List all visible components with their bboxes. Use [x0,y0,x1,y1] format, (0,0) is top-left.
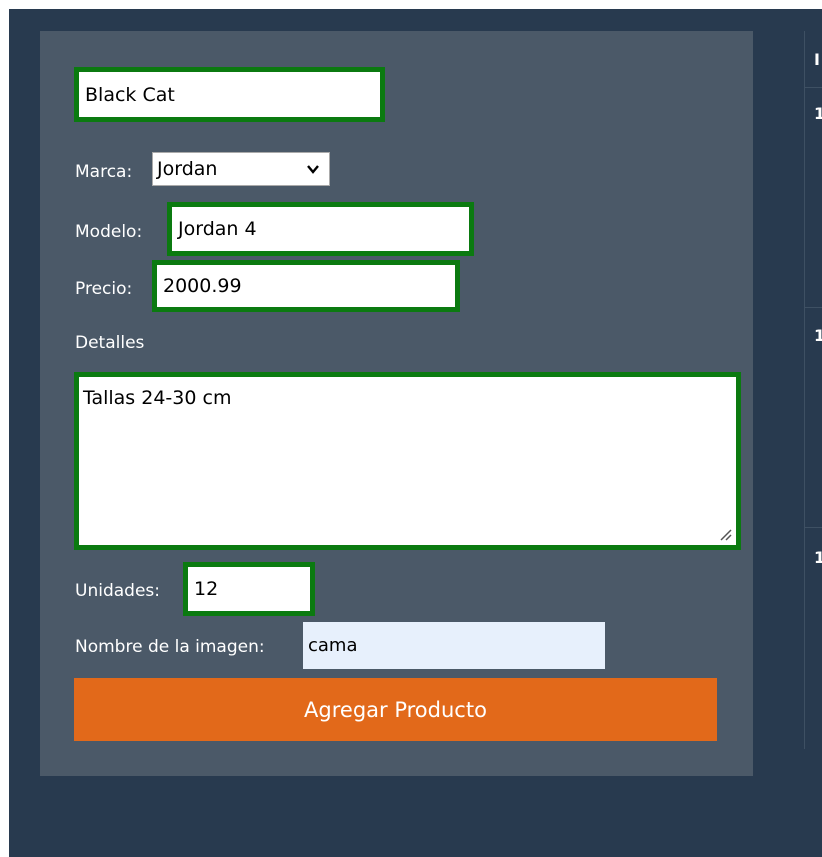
model-label: Modelo: [75,222,143,242]
add-product-label: Agregar Producto [304,697,487,722]
product-name-input[interactable]: Black Cat [74,67,385,122]
details-label: Detalles [75,333,145,353]
price-value: 2000.99 [163,275,242,297]
brand-select[interactable]: Jordan [152,152,330,186]
image-name-input[interactable]: cama [303,622,605,669]
model-input[interactable]: Jordan 4 [167,202,474,256]
units-label: Unidades: [75,581,160,601]
table-header-id: I [814,50,820,69]
price-label: Precio: [75,279,133,299]
image-name-label: Nombre de la imagen: [75,637,265,657]
brand-selected-value: Jordan [157,158,218,180]
table-row-id: 1 [814,548,822,567]
product-name-value: Black Cat [85,83,175,106]
model-value: Jordan 4 [178,218,257,240]
price-input[interactable]: 2000.99 [152,260,460,312]
brand-label: Marca: [75,162,133,182]
add-product-button[interactable]: Agregar Producto [74,678,717,741]
image-name-value: cama [308,635,358,656]
chevron-down-icon [307,165,319,174]
table-row-divider [805,527,822,528]
table-header-divider [805,87,822,88]
details-value: Tallas 24-30 cm [83,387,232,409]
products-table [804,31,822,749]
table-row-divider [805,307,822,308]
units-input[interactable]: 12 [183,562,315,616]
resize-grip-icon[interactable] [718,527,732,541]
details-textarea[interactable]: Tallas 24-30 cm [74,372,741,550]
table-row-id: 1 [814,104,822,123]
table-row-id: 1 [814,326,822,345]
units-value: 12 [194,578,219,600]
